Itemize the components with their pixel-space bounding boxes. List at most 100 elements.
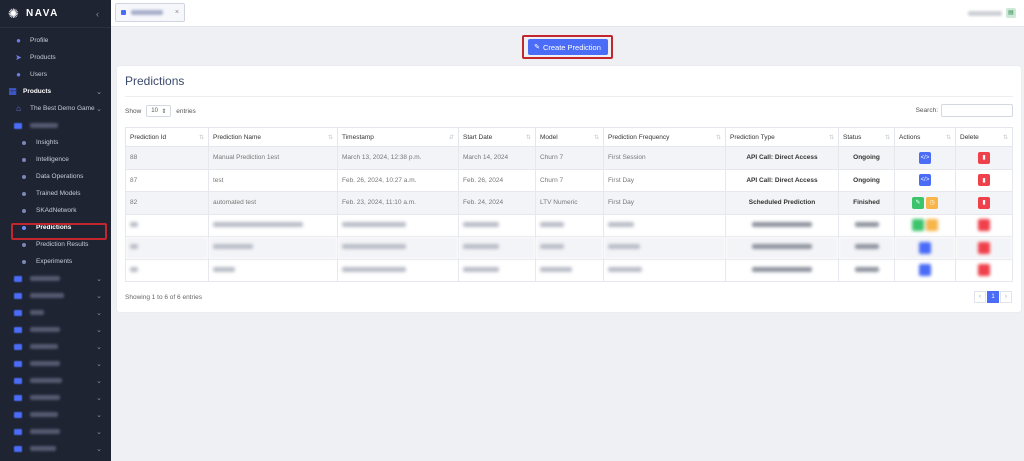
sidebar-item-blurred[interactable]: ⌄ — [0, 338, 111, 355]
sidebar-item-label: Experiments — [36, 258, 73, 265]
blurred-cell — [838, 213, 895, 237]
sidebar-item-game[interactable]: ⌂ The Best Demo Game ⌄ — [0, 100, 111, 117]
bullet-icon — [22, 242, 26, 247]
chevron-down-icon: ⌄ — [96, 428, 102, 436]
blurred-cell — [458, 236, 536, 260]
trash-icon[interactable] — [978, 241, 990, 254]
cell-status: Finished — [838, 191, 895, 215]
edit-icon[interactable]: ✎ — [912, 196, 924, 209]
table-row-blurred — [125, 236, 1013, 260]
clock-icon[interactable] — [926, 219, 938, 232]
sidebar-subitem-intelligence[interactable]: Intelligence — [0, 151, 111, 168]
sidebar-item-app-blurred[interactable] — [0, 117, 111, 134]
sidebar-item-label: Products — [30, 54, 56, 61]
sort-icon: ⇅ — [327, 135, 333, 141]
table-row: 88 Manual Prediction 1est March 13, 2024… — [125, 146, 1013, 170]
sidebar-subitem-insights[interactable]: Insights — [0, 134, 111, 151]
sidebar-subitem-data-operations[interactable]: Data Operations — [0, 168, 111, 185]
trash-icon[interactable] — [978, 264, 990, 277]
trash-icon[interactable]: ▮ — [978, 174, 990, 187]
column-header-start-date[interactable]: Start Date ⇅ — [458, 127, 536, 147]
bullet-icon — [22, 208, 26, 213]
code-icon[interactable]: </> — [919, 151, 931, 164]
column-header-name[interactable]: Prediction Name ⇅ — [208, 127, 338, 147]
sidebar-item-label: Intelligence — [36, 156, 69, 163]
sidebar-subitem-experiments[interactable]: Experiments — [0, 253, 111, 270]
cell-delete: ▮ — [955, 146, 1013, 170]
sidebar-subitem-predictions[interactable]: Predictions — [0, 219, 111, 236]
entries-length-control: Show 10 ⇕ entries — [125, 105, 196, 117]
sidebar-item-label: Insights — [36, 139, 59, 146]
bullet-icon — [22, 174, 26, 179]
page-1-button[interactable]: 1 — [987, 291, 999, 303]
chevron-updown-icon: ⇕ — [161, 108, 167, 115]
app-icon — [14, 411, 22, 418]
sidebar-item-users[interactable]: ● Users — [0, 66, 111, 83]
sidebar-subitem-prediction-results[interactable]: Prediction Results — [0, 236, 111, 253]
sidebar-item-profile[interactable]: ● Profile — [0, 32, 111, 49]
cell-frequency: First Day — [603, 168, 726, 192]
cell-delete — [955, 236, 1013, 260]
column-header-id[interactable]: Prediction Id ⇅ — [125, 127, 209, 147]
sidebar-item-blurred[interactable]: ⌄ — [0, 406, 111, 423]
blurred-cell — [337, 213, 459, 237]
clock-icon[interactable]: ◷ — [926, 196, 938, 209]
nava-logo-icon: ✺ — [8, 5, 19, 21]
code-icon[interactable] — [919, 264, 931, 277]
entries-select[interactable]: 10 ⇕ — [146, 105, 172, 117]
app-icon — [121, 10, 126, 15]
trash-icon[interactable] — [978, 219, 990, 232]
divider — [125, 96, 1013, 97]
column-header-timestamp[interactable]: Timestamp ⇵ — [337, 127, 459, 147]
chevron-down-icon: ⌄ — [96, 445, 102, 453]
app-tab-chip[interactable]: × — [115, 3, 185, 22]
create-prediction-button[interactable]: ✎ Create Prediction — [527, 39, 608, 55]
create-prediction-highlight: ✎ Create Prediction — [522, 35, 613, 59]
page-title: Predictions — [125, 74, 185, 88]
page-prev-button[interactable]: ‹ — [974, 291, 986, 303]
blurred-cell — [838, 236, 895, 260]
sidebar-subitem-skadnetwork[interactable]: SKAdNetwork — [0, 202, 111, 219]
blurred-label — [30, 446, 56, 451]
edit-icon[interactable] — [912, 219, 924, 232]
sidebar-item-blurred[interactable]: ⌄ — [0, 270, 111, 287]
sidebar-section-products[interactable]: ▦ Products ⌄ — [0, 83, 111, 100]
blurred-cell — [725, 213, 839, 237]
sidebar-item-blurred[interactable]: ⌄ — [0, 389, 111, 406]
sidebar-item-products[interactable]: ➤ Products — [0, 49, 111, 66]
sidebar-item-blurred[interactable]: ⌄ — [0, 440, 111, 457]
sidebar-item-blurred[interactable]: ⌄ — [0, 304, 111, 321]
code-icon[interactable] — [919, 241, 931, 254]
column-header-type[interactable]: Prediction Type ⇅ — [725, 127, 839, 147]
sidebar-item-blurred[interactable]: ⌄ — [0, 372, 111, 389]
bullet-icon — [22, 140, 26, 145]
cell-actions — [894, 236, 956, 260]
sort-icon: ⇅ — [828, 135, 834, 141]
blurred-cell — [725, 236, 839, 260]
sidebar-item-label: Users — [30, 71, 47, 78]
close-icon[interactable]: × — [175, 9, 179, 16]
chevron-down-icon: ⌄ — [96, 292, 102, 300]
code-icon[interactable]: </> — [919, 174, 931, 187]
cell-frequency: First Session — [603, 146, 726, 170]
user-menu[interactable]: ▤ — [968, 8, 1016, 18]
sidebar-item-blurred[interactable]: ⌄ — [0, 287, 111, 304]
app-icon — [14, 122, 22, 129]
search-input[interactable] — [941, 104, 1013, 117]
sidebar-item-blurred[interactable]: ⌄ — [0, 423, 111, 440]
sidebar-item-blurred[interactable]: ⌄ — [0, 355, 111, 372]
column-header-actions[interactable]: Actions ⇅ — [894, 127, 956, 147]
chevron-down-icon: ⌄ — [96, 360, 102, 368]
column-header-delete[interactable]: Delete ⇅ — [955, 127, 1013, 147]
avatar[interactable]: ▤ — [1006, 8, 1016, 18]
column-header-frequency[interactable]: Prediction Frequency ⇅ — [603, 127, 726, 147]
sidebar-item-blurred[interactable]: ⌄ — [0, 321, 111, 338]
column-header-model[interactable]: Model ⇅ — [535, 127, 604, 147]
column-header-status[interactable]: Status ⇅ — [838, 127, 895, 147]
cell-actions — [894, 213, 956, 237]
trash-icon[interactable]: ▮ — [978, 196, 990, 209]
sidebar-subitem-trained-models[interactable]: Trained Models — [0, 185, 111, 202]
trash-icon[interactable]: ▮ — [978, 151, 990, 164]
page-next-button[interactable]: › — [1000, 291, 1012, 303]
chevron-left-icon[interactable]: ‹ — [96, 9, 99, 19]
